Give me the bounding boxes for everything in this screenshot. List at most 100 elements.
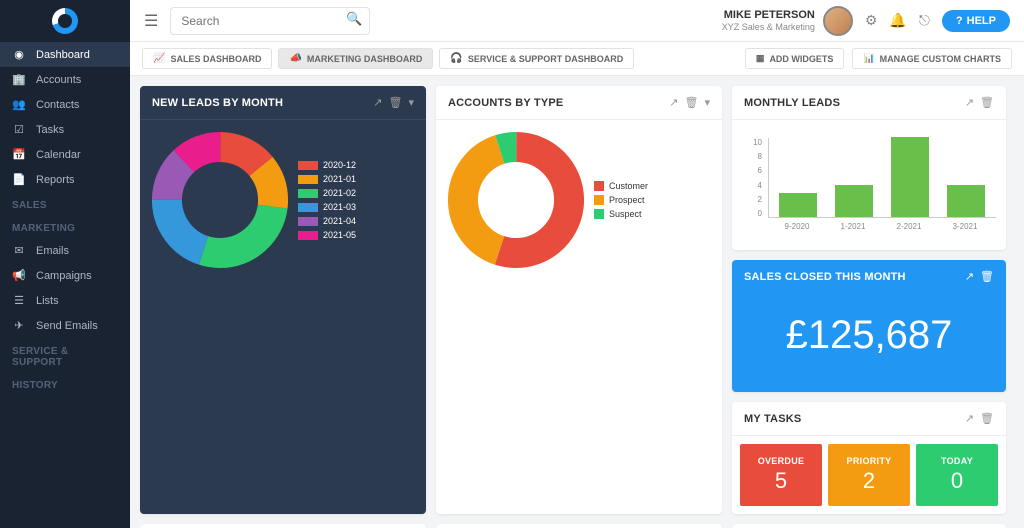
legend-item: 2021-03 xyxy=(298,202,356,212)
metric-value: £125,687 xyxy=(732,293,1006,392)
widget-title: ACCOUNTS BY TYPE xyxy=(448,97,563,109)
nav-label: Reports xyxy=(36,174,75,186)
tab-service-&-support-dashboard[interactable]: 🎧SERVICE & SUPPORT DASHBOARD xyxy=(439,48,634,69)
topbar: ☰ 🔍 MIKE PETERSON XYZ Sales & Marketing … xyxy=(130,0,1024,42)
nav-icon: 📅 xyxy=(12,148,26,161)
avatar[interactable] xyxy=(823,6,853,36)
sidebar-item-dashboard[interactable]: ◉Dashboard xyxy=(0,42,130,67)
task-tile-overdue[interactable]: OVERDUE5 xyxy=(740,444,822,506)
sidebar-item-tasks[interactable]: ☑ Tasks xyxy=(0,117,130,142)
task-tile-today[interactable]: TODAY0 xyxy=(916,444,998,506)
user-block[interactable]: MIKE PETERSON XYZ Sales & Marketing xyxy=(722,6,853,36)
sidebar-item-lists[interactable]: ☰ Lists xyxy=(0,288,130,313)
chevron-down-icon[interactable]: ▾ xyxy=(704,96,710,109)
widget-title: MY TASKS xyxy=(744,413,801,425)
nav-icon: 🏢 xyxy=(12,73,26,86)
grid-icon: ▦ xyxy=(756,53,765,64)
nav-label: Lists xyxy=(36,295,59,307)
nav-icon: ☑ xyxy=(12,123,26,136)
nav-icon: ✉ xyxy=(12,244,26,257)
add-widgets-button[interactable]: ▦ADD WIDGETS xyxy=(745,48,845,69)
search-input[interactable] xyxy=(170,7,370,35)
expand-icon[interactable]: ↗ xyxy=(965,270,974,283)
widget-leads-campaign: LEADS BY CAMPAIGN ↗🗑▾ April Newsletter 2… xyxy=(140,524,426,528)
bar xyxy=(947,185,985,217)
legend-item: 2021-02 xyxy=(298,188,356,198)
sidebar-item-reports[interactable]: 📄 Reports xyxy=(0,167,130,192)
widget-accounts-type: ACCOUNTS BY TYPE ↗ 🗑 ▾ Customer Prospect Sus… xyxy=(436,86,722,514)
widget-title: MONTHLY LEADS xyxy=(744,97,840,109)
bar-chart: 1086420 9-20201-20212-20213-2021 xyxy=(742,130,996,240)
widget-new-leads: NEW LEADS BY MONTH ↗ 🗑 ▾ 2020-12 2021-01 202… xyxy=(140,86,426,514)
nav-label: Contacts xyxy=(36,99,79,111)
expand-icon[interactable]: ↗ xyxy=(965,412,974,425)
widget-welcome-video: WELCOME VIDEO ↗🗑 An Introduction to Adva… xyxy=(436,524,722,528)
trash-icon[interactable]: 🗑 xyxy=(685,96,699,109)
nav-icon: ☰ xyxy=(12,294,26,307)
bell-icon[interactable]: 🔔 xyxy=(889,12,906,29)
legend-item: Prospect xyxy=(594,195,648,205)
bar xyxy=(891,137,929,217)
expand-icon[interactable]: ↗ xyxy=(965,96,974,109)
trash-icon[interactable]: 🗑 xyxy=(389,96,403,109)
tab-marketing-dashboard[interactable]: 📣MARKETING DASHBOARD xyxy=(278,48,433,69)
nav-label: Campaigns xyxy=(36,270,92,282)
nav-section: MARKETING xyxy=(0,215,130,238)
trash-icon[interactable]: 🗑 xyxy=(980,270,994,283)
nav-icon: ◉ xyxy=(12,48,26,61)
legend-item: Suspect xyxy=(594,209,648,219)
manage-charts-button[interactable]: 📊MANAGE CUSTOM CHARTS xyxy=(852,48,1012,69)
tab-sales-dashboard[interactable]: 📈SALES DASHBOARD xyxy=(142,48,272,69)
legend-item: 2020-12 xyxy=(298,160,356,170)
sidebar-item-emails[interactable]: ✉ Emails xyxy=(0,238,130,263)
trash-icon[interactable]: 🗑 xyxy=(980,96,994,109)
dashboard-tabs: 📈SALES DASHBOARD 📣MARKETING DASHBOARD 🎧SER… xyxy=(130,42,1024,76)
widget-title: NEW LEADS BY MONTH xyxy=(152,97,283,109)
sidebar: ◉Dashboard 🏢 Accounts 👥 Contacts ☑ Tasks 📅 Calen… xyxy=(0,0,130,528)
task-tile-priority[interactable]: PRIORITY2 xyxy=(828,444,910,506)
nav-label: Send Emails xyxy=(36,320,98,332)
bar xyxy=(779,193,817,217)
chart-icon: 📊 xyxy=(863,53,874,64)
legend-item: Customer xyxy=(594,181,648,191)
legend-item: 2021-04 xyxy=(298,216,356,226)
widget-sales-closed: SALES CLOSED THIS MONTH ↗ 🗑 £125,687 xyxy=(732,260,1006,392)
sidebar-item-calendar[interactable]: 📅 Calendar xyxy=(0,142,130,167)
nav-icon: 👥 xyxy=(12,98,26,111)
nav-section: HISTORY xyxy=(0,372,130,395)
nav-label: Accounts xyxy=(36,74,81,86)
sidebar-item-accounts[interactable]: 🏢 Accounts xyxy=(0,67,130,92)
nav-label: Emails xyxy=(36,245,69,257)
search-icon[interactable]: 🔍 xyxy=(346,11,362,27)
donut-chart xyxy=(446,130,586,270)
help-button[interactable]: ?HELP xyxy=(942,10,1010,32)
expand-icon[interactable]: ↗ xyxy=(669,96,678,109)
expand-icon[interactable]: ↗ xyxy=(373,96,382,109)
trash-icon[interactable]: 🗑 xyxy=(980,412,994,425)
bar xyxy=(835,185,873,217)
tab-icon: 🎧 xyxy=(450,53,462,64)
widget-my-tasks: MY TASKS ↗ 🗑 OVERDUE5PRIORITY2TODAY0 xyxy=(732,402,1006,514)
sidebar-item-contacts[interactable]: 👥 Contacts xyxy=(0,92,130,117)
sidebar-item-send-emails[interactable]: ✈Send Emails xyxy=(0,313,130,338)
menu-toggle-icon[interactable]: ☰ xyxy=(144,11,158,31)
nav-label: Calendar xyxy=(36,149,81,161)
tab-icon: 📣 xyxy=(289,53,301,64)
chevron-down-icon[interactable]: ▾ xyxy=(408,96,414,109)
legend-item: 2021-05 xyxy=(298,230,356,240)
logout-icon[interactable]: ⎋ xyxy=(919,12,930,29)
app-logo xyxy=(0,0,130,42)
legend-item: 2021-01 xyxy=(298,174,356,184)
nav-label: Tasks xyxy=(36,124,64,136)
donut-chart xyxy=(150,130,290,270)
widget-title: SALES CLOSED THIS MONTH xyxy=(744,271,906,283)
gear-icon[interactable]: ⚙ xyxy=(865,12,878,29)
tab-icon: 📈 xyxy=(153,53,165,64)
nav-icon: 📄 xyxy=(12,173,26,186)
user-name: MIKE PETERSON xyxy=(722,9,815,22)
nav-section: SERVICE & SUPPORT xyxy=(0,338,130,372)
search-box: 🔍 xyxy=(170,7,370,35)
sidebar-item-campaigns[interactable]: 📢 Campaigns xyxy=(0,263,130,288)
widget-accounts-location: ACCOUNTS BY LOCATION ↗🗑▾ 40 xyxy=(732,524,1006,528)
nav-icon: 📢 xyxy=(12,269,26,282)
